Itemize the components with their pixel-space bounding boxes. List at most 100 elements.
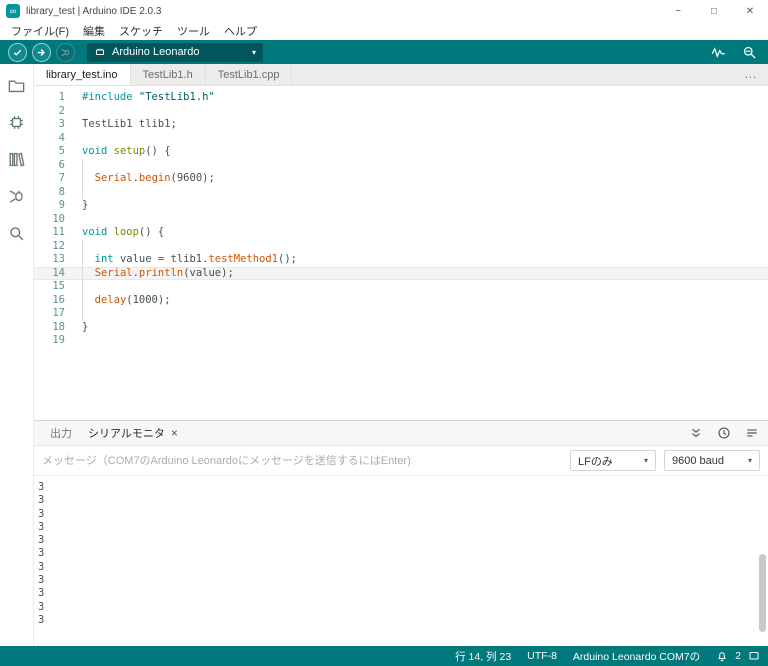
collapse-icon: [689, 426, 703, 440]
line-number: 1: [34, 91, 78, 105]
debug-button[interactable]: [56, 43, 75, 62]
menu-item[interactable]: ツール: [170, 23, 217, 39]
sidebar-item-debugger[interactable]: [6, 187, 28, 209]
minimize-button[interactable]: −: [660, 0, 696, 22]
board-selector-dropdown[interactable]: Arduino Leonardo ▾: [87, 43, 263, 62]
serial-output-line: 3: [38, 574, 768, 587]
serial-plotter-button[interactable]: [707, 42, 729, 62]
notifications-bell-icon[interactable]: [716, 650, 728, 662]
code-line-11[interactable]: 11void loop() {: [34, 226, 768, 240]
code-line-17[interactable]: 17: [34, 307, 768, 321]
line-number: 8: [34, 186, 78, 200]
line-number: 17: [34, 307, 78, 321]
sidebar-item-library-manager[interactable]: [6, 150, 28, 172]
panel-layout-icon[interactable]: [748, 650, 760, 662]
code-editor[interactable]: 1#include "TestLib1.h"23TestLib1 tlib1;4…: [34, 86, 768, 420]
code-text: [78, 159, 768, 173]
window-controls: − □ ✕: [660, 0, 768, 22]
menu-item[interactable]: ファイル(F): [4, 23, 76, 39]
code-line-1[interactable]: 1#include "TestLib1.h": [34, 91, 768, 105]
magnifier-icon: [742, 45, 757, 60]
tab-output[interactable]: 出力: [42, 421, 80, 445]
maximize-button[interactable]: □: [696, 0, 732, 22]
serial-output-lines: 33333333333: [38, 481, 768, 627]
code-line-3[interactable]: 3TestLib1 tlib1;: [34, 118, 768, 132]
cursor-position[interactable]: 行 14, 列 23: [455, 649, 511, 664]
code-line-14[interactable]: 14 Serial.println(value);: [34, 267, 768, 281]
menu-item[interactable]: 編集: [76, 23, 112, 39]
serial-output-line: 3: [38, 508, 768, 521]
baud-rate-dropdown[interactable]: 9600 baud ▾: [664, 450, 760, 471]
line-number: 12: [34, 240, 78, 254]
line-number: 15: [34, 280, 78, 294]
activity-sidebar: [0, 64, 34, 646]
code-text: [78, 280, 768, 294]
line-number: 19: [34, 334, 78, 348]
code-line-4[interactable]: 4: [34, 132, 768, 146]
menu-bar: ファイル(F)編集スケッチツールヘルプ: [0, 22, 768, 40]
chevron-down-icon: ▾: [748, 456, 752, 465]
verify-button[interactable]: [8, 43, 27, 62]
serial-output-area: 33333333333: [34, 476, 768, 646]
code-text: [78, 213, 768, 227]
code-line-18[interactable]: 18}: [34, 321, 768, 335]
line-number: 2: [34, 105, 78, 119]
menu-item[interactable]: ヘルプ: [217, 23, 264, 39]
code-text: void setup() {: [78, 145, 768, 159]
sidebar-item-sketchbook[interactable]: [6, 76, 28, 98]
close-tab-icon[interactable]: ×: [171, 426, 178, 440]
sidebar-item-search[interactable]: [6, 224, 28, 246]
line-number: 7: [34, 172, 78, 186]
board-port-indicator[interactable]: Arduino Leonardo COM7の: [573, 649, 700, 664]
tab-serial-monitor[interactable]: シリアルモニタ ×: [80, 421, 186, 445]
board-icon: [94, 46, 106, 58]
code-line-8[interactable]: 8: [34, 186, 768, 200]
serial-input-row: LFのみ ▾ 9600 baud ▾: [34, 446, 768, 476]
sidebar-item-boards-manager[interactable]: [6, 113, 28, 135]
serial-monitor-button[interactable]: [738, 42, 760, 62]
code-line-13[interactable]: 13 int value = tlib1.testMethod1();: [34, 253, 768, 267]
code-text: }: [78, 321, 768, 335]
code-line-16[interactable]: 16 delay(1000);: [34, 294, 768, 308]
status-bar: 行 14, 列 23 UTF-8 Arduino Leonardo COM7の …: [0, 646, 768, 666]
serial-message-input[interactable]: [42, 455, 562, 467]
line-number: 11: [34, 226, 78, 240]
toggle-timestamp-button[interactable]: [716, 425, 732, 441]
code-text: void loop() {: [78, 226, 768, 240]
upload-button[interactable]: [32, 43, 51, 62]
clear-output-button[interactable]: [744, 425, 760, 441]
code-line-19[interactable]: 19: [34, 334, 768, 348]
editor-more-actions-button[interactable]: ...: [734, 64, 768, 85]
scrollbar-thumb[interactable]: [759, 554, 766, 632]
code-text: Serial.begin(9600);: [78, 172, 768, 186]
editor-tab-TestLib1.h[interactable]: TestLib1.h: [131, 64, 206, 85]
collapse-panel-button[interactable]: [688, 425, 704, 441]
code-line-9[interactable]: 9}: [34, 199, 768, 213]
line-ending-dropdown[interactable]: LFのみ ▾: [570, 450, 656, 471]
code-line-6[interactable]: 6: [34, 159, 768, 173]
code-line-2[interactable]: 2: [34, 105, 768, 119]
serial-output-line: 3: [38, 601, 768, 614]
bug-icon: [60, 47, 71, 58]
menu-item[interactable]: スケッチ: [112, 23, 170, 39]
arrow-right-icon: [36, 47, 47, 58]
serial-output-line: 3: [38, 494, 768, 507]
encoding-indicator[interactable]: UTF-8: [527, 650, 557, 662]
line-number: 16: [34, 294, 78, 308]
tab-serial-monitor-label: シリアルモニタ: [88, 425, 165, 441]
plotter-icon: [711, 45, 726, 60]
code-line-10[interactable]: 10: [34, 213, 768, 227]
code-line-15[interactable]: 15: [34, 280, 768, 294]
code-line-12[interactable]: 12: [34, 240, 768, 254]
line-number: 14: [34, 267, 78, 281]
toolbar: Arduino Leonardo ▾: [0, 40, 768, 64]
close-button[interactable]: ✕: [732, 0, 768, 22]
editor-tab-TestLib1.cpp[interactable]: TestLib1.cpp: [206, 64, 293, 85]
baud-rate-value: 9600 baud: [672, 455, 724, 467]
code-line-7[interactable]: 7 Serial.begin(9600);: [34, 172, 768, 186]
line-number: 10: [34, 213, 78, 227]
check-icon: [12, 47, 23, 58]
editor-tabs: library_test.inoTestLib1.hTestLib1.cpp: [34, 64, 292, 85]
editor-tab-library_test.ino[interactable]: library_test.ino: [34, 64, 131, 85]
code-line-5[interactable]: 5void setup() {: [34, 145, 768, 159]
